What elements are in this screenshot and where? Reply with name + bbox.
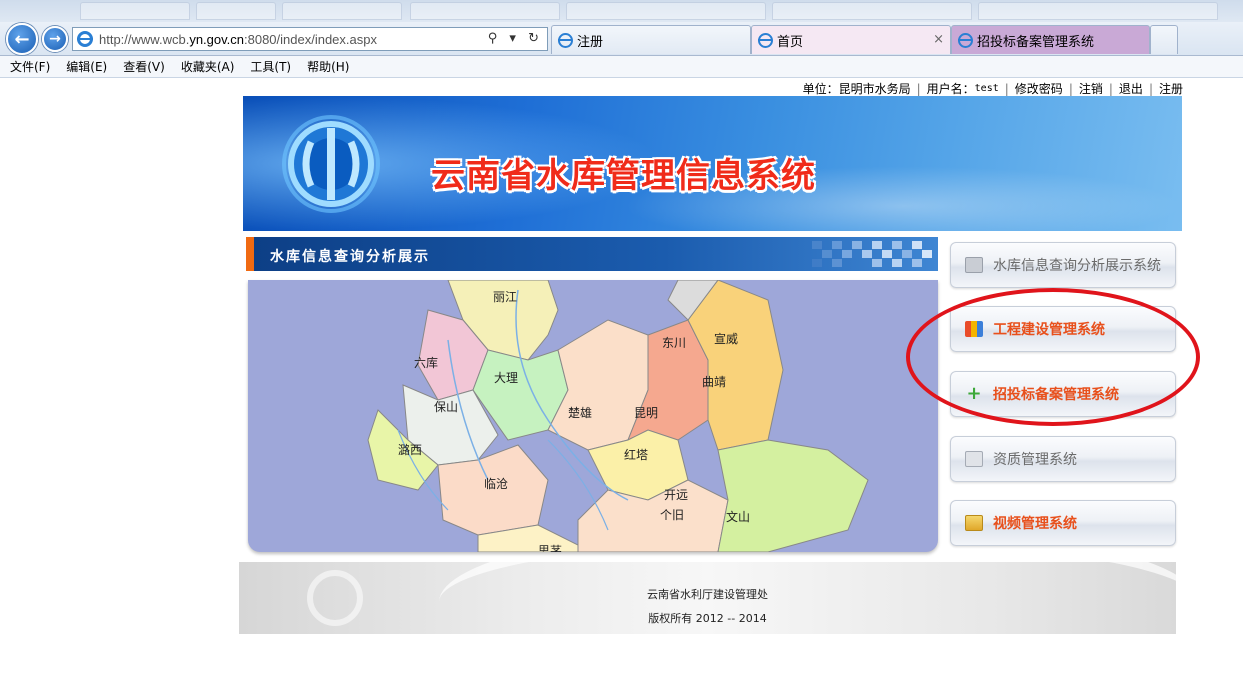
separator: | <box>1068 81 1073 96</box>
city-label[interactable]: 红塔 <box>624 446 648 463</box>
background-tab[interactable] <box>196 2 276 20</box>
forward-button[interactable]: → <box>42 26 68 52</box>
unit-label: 单位：昆明市水务局 <box>802 82 911 96</box>
city-label[interactable]: 曲靖 <box>702 373 726 390</box>
document-icon <box>965 451 983 467</box>
background-tab[interactable] <box>80 2 190 20</box>
city-label[interactable]: 东川 <box>662 334 686 351</box>
separator: | <box>1148 81 1153 96</box>
tab-label: 招投标备案管理系统 <box>977 34 1095 50</box>
system-button-label: 水库信息查询分析展示系统 <box>993 258 1161 274</box>
address-input[interactable]: http://www.wcb.yn.gov.cn:8080/index/inde… <box>72 27 548 51</box>
background-tab[interactable] <box>978 2 1218 20</box>
ie-page-icon <box>77 31 93 47</box>
footer-copyright: 版权所有 2012 -- 2014 <box>648 612 767 625</box>
system-button-label: 视频管理系统 <box>993 516 1077 532</box>
logout-link[interactable]: 注销 <box>1079 80 1103 97</box>
city-label[interactable]: 临沧 <box>484 475 508 492</box>
address-bar-row: ← → http://www.wcb.yn.gov.cn:8080/index/… <box>0 22 1243 56</box>
ie-tab-icon <box>958 32 973 48</box>
separator: | <box>1108 81 1113 96</box>
browser-title-strip <box>0 0 1243 22</box>
menu-view[interactable]: 查看(V) <box>123 58 165 75</box>
city-label[interactable]: 潞西 <box>398 441 422 458</box>
qualification-system-button[interactable]: 资质管理系统 <box>950 436 1176 482</box>
water-logo-icon <box>282 115 380 213</box>
new-tab-button[interactable] <box>1150 25 1178 54</box>
yunnan-map[interactable]: 丽江 宣威 东川 六库 大理 曲靖 保山 楚雄 昆明 潞西 红塔 临沧 开远 个… <box>248 280 938 552</box>
video-system-button[interactable]: 视频管理系统 <box>950 500 1176 546</box>
city-label[interactable]: 保山 <box>434 398 458 415</box>
url-text: http://www.wcb.yn.gov.cn:8080/index/inde… <box>99 31 377 47</box>
section-header: 水库信息查询分析展示 <box>246 237 938 271</box>
back-arrow-icon: ← <box>14 28 30 50</box>
page-footer: 云南省水利厅建设管理处 版权所有 2012 -- 2014 <box>239 562 1176 634</box>
username-value: test <box>974 83 999 94</box>
city-label[interactable]: 大理 <box>494 369 518 386</box>
city-label[interactable]: 宣威 <box>714 330 738 347</box>
background-tab[interactable] <box>282 2 402 20</box>
footer-org: 云南省水利厅建设管理处 <box>647 588 768 601</box>
menu-file[interactable]: 文件(F) <box>10 58 50 75</box>
map-regions <box>367 280 869 552</box>
username-label: 用户名： <box>926 82 975 96</box>
back-button[interactable]: ← <box>6 23 38 55</box>
menu-bar: 文件(F) 编辑(E) 查看(V) 收藏夹(A) 工具(T) 帮助(H) <box>0 56 1243 78</box>
search-refresh-icons[interactable]: ⚲ ▾ ↻ <box>488 31 543 46</box>
forward-arrow-icon: → <box>49 31 61 47</box>
section-title: 水库信息查询分析展示 <box>270 249 430 265</box>
menu-edit[interactable]: 编辑(E) <box>66 58 107 75</box>
menu-favorites[interactable]: 收藏夹(A) <box>181 58 235 75</box>
menu-help[interactable]: 帮助(H) <box>307 58 349 75</box>
city-label[interactable]: 丽江 <box>493 288 517 305</box>
tab-label: 注册 <box>577 34 604 50</box>
background-tab[interactable] <box>566 2 766 20</box>
system-title: 云南省水库管理信息系统 <box>431 156 816 196</box>
city-label[interactable]: 楚雄 <box>568 404 592 421</box>
city-label[interactable]: 六库 <box>414 354 438 371</box>
close-tab-icon[interactable]: × <box>933 32 944 47</box>
separator: | <box>1004 81 1009 96</box>
separator: | <box>916 81 921 96</box>
city-label[interactable]: 昆明 <box>634 404 658 421</box>
user-info-bar: 单位：昆明市水务局 | 用户名： test | 修改密码 | 注销 | 退出 |… <box>803 80 1183 97</box>
mosaic-decoration <box>812 241 932 267</box>
highlight-annotation-oval <box>906 288 1200 426</box>
exit-link[interactable]: 退出 <box>1119 80 1143 97</box>
tab-home[interactable]: 首页 × <box>751 25 951 54</box>
background-tab[interactable] <box>772 2 972 20</box>
ie-tab-icon <box>558 32 573 48</box>
ie-tab-icon <box>758 32 773 48</box>
window-icon <box>965 257 983 273</box>
city-label[interactable]: 思茅 <box>538 542 562 552</box>
background-tab[interactable] <box>410 2 560 20</box>
system-button-label: 资质管理系统 <box>993 452 1077 468</box>
video-icon <box>965 515 983 531</box>
change-password-link[interactable]: 修改密码 <box>1015 80 1063 97</box>
map-region-wenshan[interactable] <box>717 439 869 552</box>
tab-label: 首页 <box>777 34 804 50</box>
city-label[interactable]: 个旧 <box>660 506 684 523</box>
tab-bidding[interactable]: 招投标备案管理系统 <box>951 25 1150 54</box>
header-banner: 云南省水库管理信息系统 <box>243 96 1182 231</box>
city-label[interactable]: 文山 <box>726 508 750 525</box>
tab-register[interactable]: 注册 <box>551 25 751 54</box>
reservoir-query-system-button[interactable]: 水库信息查询分析展示系统 <box>950 242 1176 288</box>
register-link[interactable]: 注册 <box>1159 80 1183 97</box>
menu-tools[interactable]: 工具(T) <box>250 58 291 75</box>
city-label[interactable]: 开远 <box>664 486 688 503</box>
